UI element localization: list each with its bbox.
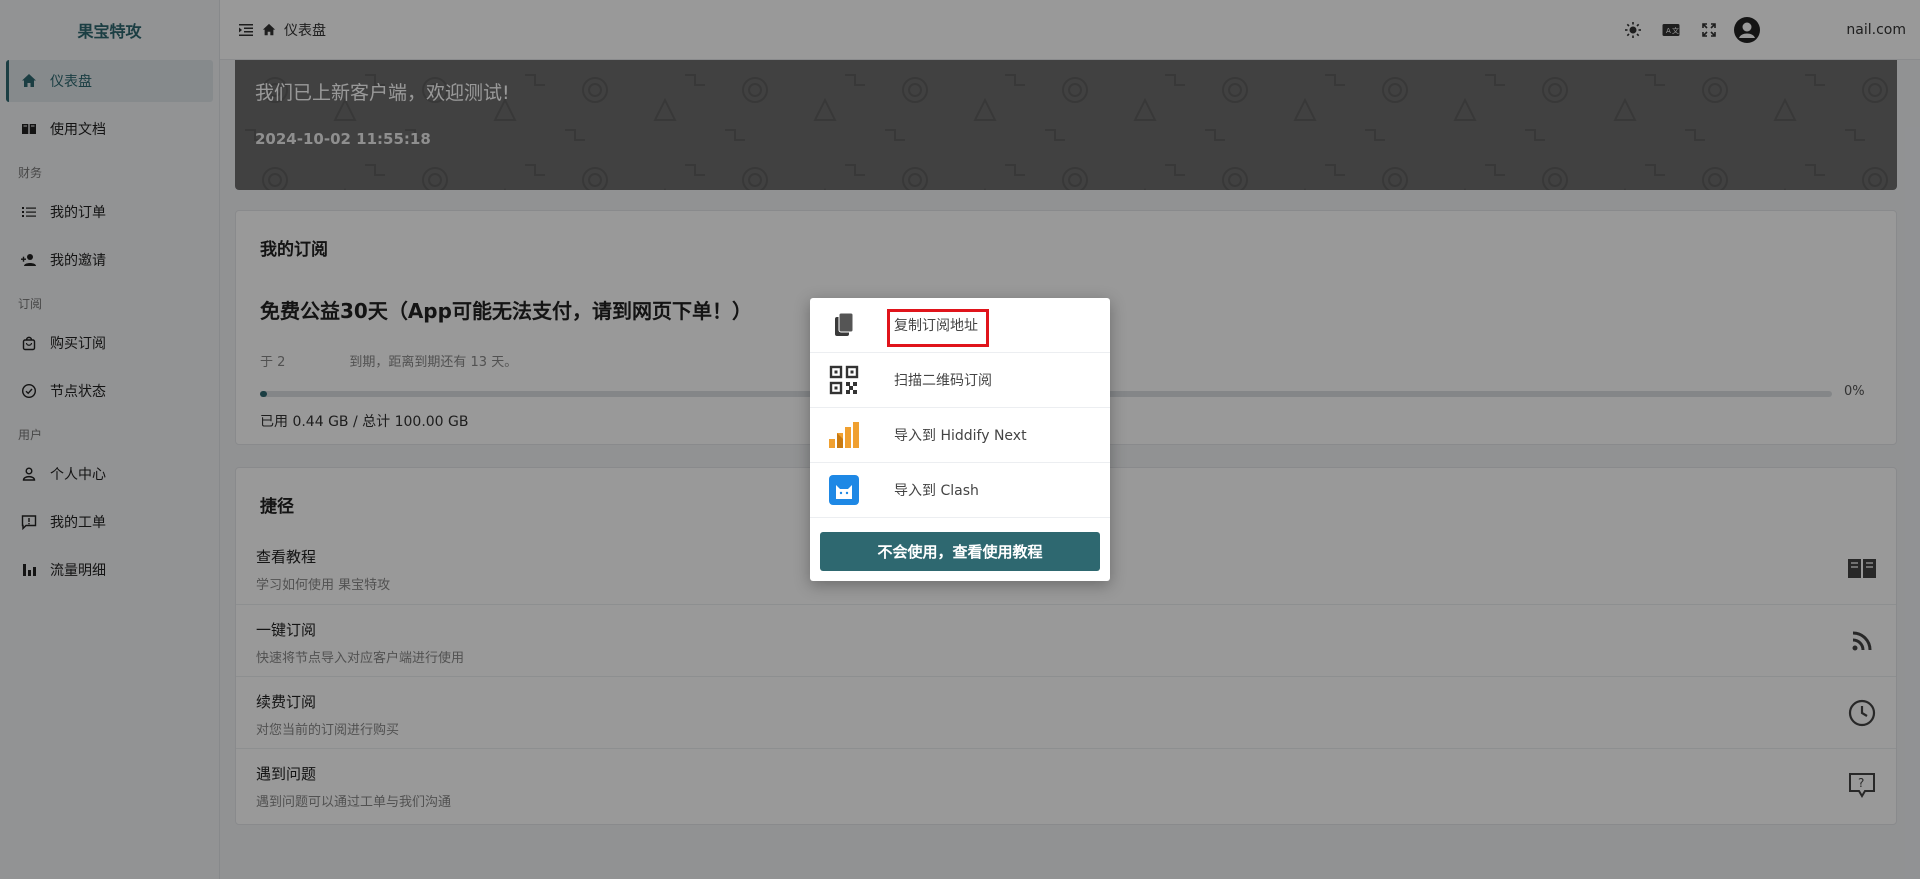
popup-item-label: 扫描二维码订阅 — [894, 373, 992, 389]
tutorial-button[interactable]: 不会使用，查看使用教程 — [820, 532, 1100, 571]
clash-icon — [826, 472, 862, 508]
popup-item-hiddify[interactable]: 导入到 Hiddify Next — [810, 408, 1110, 463]
subscribe-popup: 复制订阅地址 扫描二维码订阅 导入到 Hiddify Next 导入到 Clas… — [810, 298, 1110, 581]
qrcode-icon — [826, 362, 862, 398]
popup-item-label: 导入到 Hiddify Next — [894, 428, 1027, 444]
popup-item-copy-url[interactable]: 复制订阅地址 — [810, 298, 1110, 353]
popup-item-qrcode[interactable]: 扫描二维码订阅 — [810, 353, 1110, 408]
copy-icon — [826, 307, 862, 343]
popup-item-label: 导入到 Clash — [894, 483, 979, 499]
popup-item-clash[interactable]: 导入到 Clash — [810, 463, 1110, 518]
hiddify-icon — [826, 417, 862, 453]
highlight-box — [887, 309, 989, 347]
